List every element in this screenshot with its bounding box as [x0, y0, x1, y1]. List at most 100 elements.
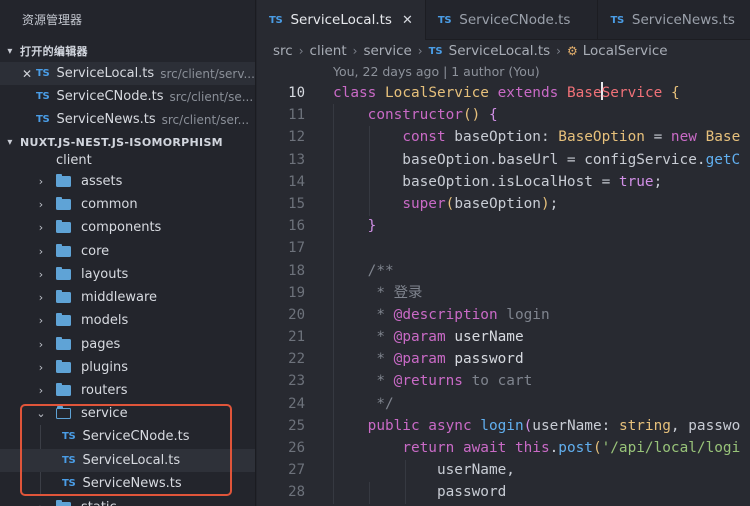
tab-servicenews[interactable]: TS ServiceNews.ts — [598, 0, 750, 40]
chevron-right-icon: › — [38, 221, 44, 234]
open-editor-path: src/client/ser... — [161, 112, 250, 127]
tab-servicecnode[interactable]: TS ServiceCNode.ts — [426, 0, 599, 40]
chevron-right-icon: › — [556, 44, 561, 58]
line-number: 18 — [288, 262, 305, 279]
typescript-file-icon: TS — [428, 45, 443, 57]
folder-label: pages — [81, 337, 121, 352]
line-number: 10 — [288, 85, 305, 101]
tree-folder-pages[interactable]: › pages — [0, 333, 255, 356]
code-text: password — [333, 484, 507, 501]
project-header[interactable]: ▾ NUXT.JS-NEST.JS-ISOMORPHISM — [0, 131, 255, 153]
breadcrumb-item[interactable]: service — [363, 43, 411, 59]
chevron-down-icon: ▾ — [7, 136, 13, 148]
typescript-file-icon: TS — [62, 455, 76, 466]
code-text: class LocalService extends BaseService { — [333, 82, 680, 104]
tree-folder-common[interactable]: › common — [0, 193, 255, 216]
code-line: 17 — [257, 237, 750, 259]
tree-folder-service[interactable]: ⌄ service — [0, 402, 255, 425]
folder-icon — [56, 337, 71, 350]
folder-label: middleware — [81, 290, 158, 305]
project-name: NUXT.JS-NEST.JS-ISOMORPHISM — [20, 135, 223, 149]
open-editor-item[interactable]: TS ServiceCNode.ts src/client/se... — [0, 85, 255, 108]
close-icon[interactable]: ✕ — [402, 13, 413, 28]
breadcrumb-file[interactable]: ServiceLocal.ts — [449, 43, 551, 59]
line-number: 20 — [288, 306, 305, 323]
chevron-right-icon: › — [38, 268, 44, 281]
typescript-file-icon: TS — [62, 478, 76, 489]
code-line: 22 * @param password — [257, 348, 750, 370]
folder-label: models — [81, 313, 129, 328]
folder-label: components — [81, 220, 162, 235]
chevron-down-icon: ⌄ — [36, 407, 46, 420]
folder-label: common — [81, 197, 138, 212]
chevron-right-icon: › — [298, 44, 304, 58]
open-editor-item[interactable]: TS ServiceNews.ts src/client/ser... — [0, 108, 255, 131]
code-line: 15 super(baseOption); — [257, 193, 750, 215]
folder-icon — [56, 500, 71, 506]
code-line: 20 * @description login — [257, 304, 750, 326]
tree-file-servicenews[interactable]: TS ServiceNews.ts — [0, 472, 255, 495]
line-number: 27 — [288, 462, 305, 479]
chevron-right-icon: › — [38, 245, 44, 258]
code-text: baseOption.isLocalHost = true; — [333, 173, 663, 190]
folder-icon — [56, 244, 71, 257]
chevron-right-icon: › — [38, 175, 44, 188]
tree-folder-components[interactable]: › components — [0, 216, 255, 239]
line-number: 19 — [288, 284, 305, 301]
code-line: 16 } — [257, 215, 750, 237]
line-number: 11 — [288, 107, 305, 124]
breadcrumb-symbol[interactable]: LocalService — [583, 43, 668, 59]
folder-label: static — [81, 500, 117, 506]
open-editors-header[interactable]: ▾ 打开的编辑器 — [0, 40, 255, 62]
line-number: 22 — [288, 351, 305, 368]
tab-bar: TS ServiceLocal.ts ✕ TS ServiceCNode.ts … — [257, 0, 750, 40]
tree-folder-layouts[interactable]: › layouts — [0, 263, 255, 286]
code-line: 21 * @param userName — [257, 326, 750, 348]
tab-servicelocal[interactable]: TS ServiceLocal.ts ✕ — [257, 0, 426, 40]
tree-folder-static[interactable]: › static — [0, 496, 255, 506]
tree-folder-plugins[interactable]: › plugins — [0, 356, 255, 379]
tree-folder-models[interactable]: › models — [0, 309, 255, 332]
code-line: 26 return await this.post('/api/local/lo… — [257, 437, 750, 459]
line-number: 21 — [288, 329, 305, 346]
folder-label: assets — [81, 174, 123, 189]
close-icon[interactable]: ✕ — [22, 67, 36, 81]
line-number: 12 — [288, 129, 305, 146]
tree-folder-routers[interactable]: › routers — [0, 379, 255, 402]
code-text: public async login(userName: string, pas… — [367, 417, 741, 434]
code-text: } — [367, 218, 377, 235]
tree-folder-client[interactable]: client — [0, 152, 255, 164]
chevron-right-icon: › — [38, 314, 44, 327]
line-number: 28 — [288, 484, 305, 501]
breadcrumb-item[interactable]: src — [273, 43, 293, 59]
code-text: const baseOption: BaseOption = new Base — [402, 129, 741, 146]
codelens-blame[interactable]: You, 22 days ago | 1 author (You) — [333, 62, 540, 82]
folder-label: service — [81, 406, 128, 421]
code-text: baseOption.baseUrl = configService.getC — [333, 151, 741, 168]
open-editor-path: src/client/se... — [169, 89, 254, 104]
breadcrumb-item[interactable]: client — [310, 43, 347, 59]
folder-icon — [56, 383, 71, 396]
code-text: constructor() { — [367, 107, 498, 124]
chevron-right-icon: › — [38, 338, 44, 351]
code-line: 12 const baseOption: BaseOption = new Ba… — [257, 126, 750, 148]
tree-folder-core[interactable]: › core — [0, 240, 255, 263]
folder-label: layouts — [81, 267, 129, 282]
code-text: userName, — [333, 462, 515, 479]
class-symbol-icon: ⚙ — [566, 44, 578, 58]
code-text: * 登录 — [333, 284, 423, 301]
open-editor-item[interactable]: ✕ TS ServiceLocal.ts src/client/serv... — [0, 62, 255, 85]
tree-folder-middleware[interactable]: › middleware — [0, 286, 255, 309]
line-number: 16 — [288, 218, 305, 235]
tree-file-servicecnode[interactable]: TS ServiceCNode.ts — [0, 425, 255, 448]
tree-file-servicelocal[interactable]: TS ServiceLocal.ts — [0, 449, 255, 472]
tree-folder-assets[interactable]: › assets — [0, 170, 255, 193]
code-line: 27 userName, — [257, 459, 750, 481]
open-editor-name: ServiceCNode.ts — [56, 89, 164, 104]
explorer-sidebar: 资源管理器 ▾ 打开的编辑器 ✕ TS ServiceLocal.ts src/… — [0, 0, 256, 506]
code-text: return await this.post('/api/local/logi — [402, 440, 741, 456]
chevron-right-icon: › — [417, 44, 423, 58]
typescript-file-icon: TS — [610, 14, 624, 26]
code-text: * @description login — [333, 306, 550, 323]
code-editor[interactable]: 10 class LocalService extends BaseService… — [257, 82, 750, 504]
